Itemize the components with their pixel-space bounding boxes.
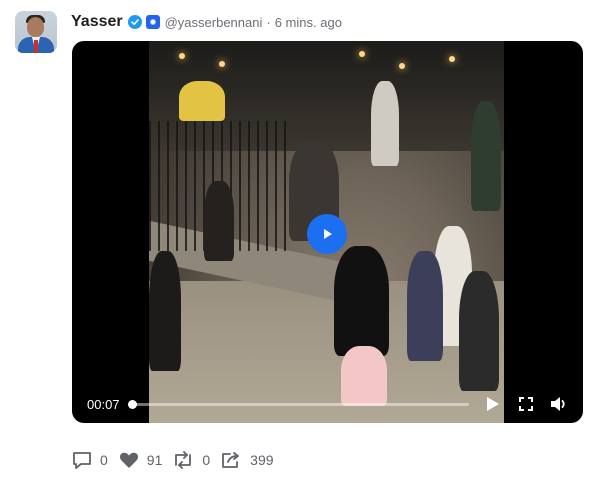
play-button[interactable] [307, 214, 347, 254]
author-handle[interactable]: @yasserbennani [165, 15, 263, 30]
like-count: 91 [146, 452, 163, 468]
fullscreen-icon[interactable] [517, 395, 535, 413]
avatar[interactable] [15, 11, 57, 53]
share-count: 399 [250, 452, 274, 468]
share-icon [222, 452, 240, 468]
post-timestamp[interactable]: 6 mins. ago [275, 15, 342, 30]
heart-icon [119, 452, 138, 468]
post-card: Yasser @yasserbennani · 6 mins. ago 00:0… [0, 0, 590, 481]
repost-icon [175, 451, 192, 469]
blue-badge-icon [145, 15, 160, 29]
post-actions: 0 91 0 399 [72, 450, 274, 470]
volume-icon[interactable] [550, 395, 568, 413]
meta-separator: · [266, 14, 271, 30]
post-header: Yasser @yasserbennani · 6 mins. ago [71, 12, 342, 32]
author-name[interactable]: Yasser [71, 13, 123, 31]
progress-bar[interactable] [132, 403, 469, 406]
verified-badge-icon [127, 15, 142, 29]
repost-count: 0 [202, 452, 211, 468]
video-current-time: 00:07 [87, 397, 120, 412]
reply-count: 0 [100, 452, 108, 468]
play-control-icon[interactable] [484, 395, 502, 413]
share-action[interactable]: 399 [221, 451, 274, 469]
repost-action[interactable]: 0 [172, 451, 210, 469]
progress-scrubber[interactable] [128, 400, 137, 409]
video-player[interactable]: 00:07 [72, 41, 583, 423]
reply-action[interactable]: 0 [72, 451, 108, 469]
video-controls: 00:07 [72, 391, 583, 417]
play-icon [324, 229, 332, 239]
like-action[interactable]: 91 [119, 451, 163, 469]
comment-icon [73, 452, 91, 469]
